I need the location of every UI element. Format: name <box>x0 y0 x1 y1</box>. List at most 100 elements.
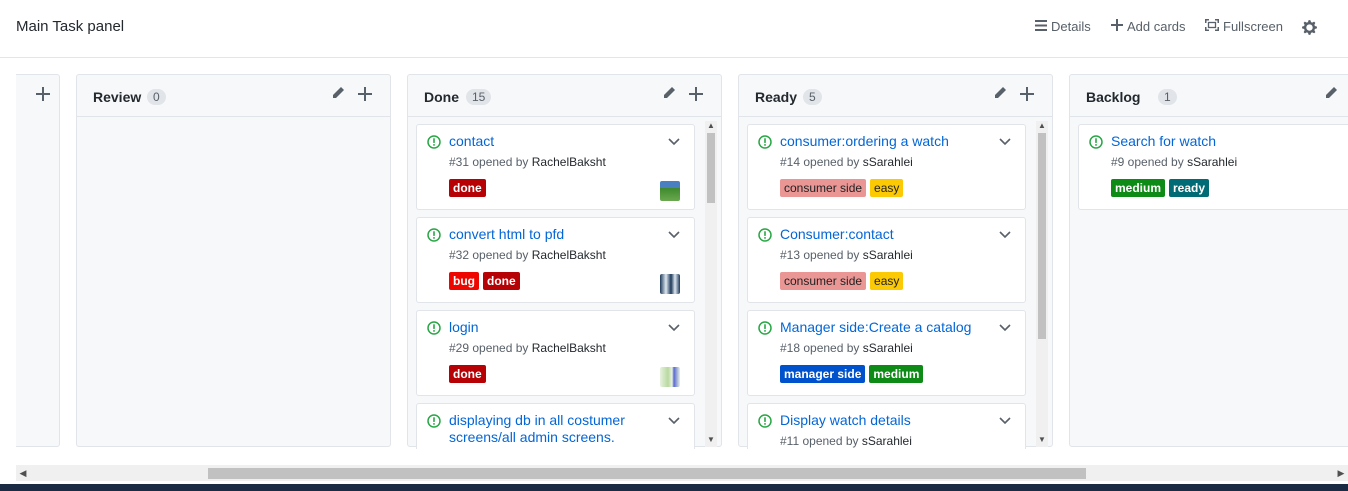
issue-card[interactable]: displaying db in all costumer screens/al… <box>416 403 695 449</box>
label-bug[interactable]: bug <box>449 272 479 290</box>
issue-author[interactable]: sSarahlei <box>862 434 912 448</box>
column-title: Ready <box>755 89 798 105</box>
issue-opened-icon <box>1089 135 1103 149</box>
issue-title[interactable]: contact <box>449 133 659 150</box>
add-cards-label: Add cards <box>1127 19 1186 34</box>
label-list: medium ready <box>1111 179 1210 197</box>
issue-title[interactable]: convert html to pfd <box>449 226 659 243</box>
scroll-left-arrow[interactable]: ◀ <box>16 465 30 481</box>
column-title: Review <box>93 89 142 105</box>
label-list: bug done <box>449 272 520 290</box>
column-title: Backlog <box>1086 89 1141 105</box>
label-done[interactable]: done <box>449 179 486 197</box>
issue-meta: #14 opened by sSarahlei <box>780 155 913 169</box>
issue-meta: #31 opened by RachelBaksht <box>449 155 606 169</box>
issue-title[interactable]: consumer:ordering a watch <box>780 133 990 150</box>
issue-card[interactable]: Manager side:Create a catalog #18 opened… <box>747 310 1026 396</box>
issue-card[interactable]: Display watch details #11 opened by sSar… <box>747 403 1026 449</box>
label-list: consumer side easy <box>780 179 904 197</box>
issue-title[interactable]: Display watch details <box>780 412 990 429</box>
plus-icon[interactable] <box>34 86 52 104</box>
vertical-scrollbar[interactable]: ▲ ▼ <box>1036 121 1048 447</box>
avatar[interactable] <box>660 367 680 387</box>
vertical-scrollbar[interactable]: ▲ ▼ <box>705 121 717 447</box>
scroll-thumb[interactable] <box>1038 133 1046 339</box>
issue-title[interactable]: Consumer:contact <box>780 226 990 243</box>
label-easy[interactable]: easy <box>870 272 904 290</box>
details-button[interactable]: Details <box>1035 19 1091 34</box>
plus-icon <box>1111 19 1123 34</box>
issue-author[interactable]: sSarahlei <box>863 341 913 355</box>
chevron-down-icon[interactable] <box>668 412 680 425</box>
issue-card[interactable]: convert html to pfd #32 opened by Rachel… <box>416 217 695 303</box>
label-done[interactable]: done <box>483 272 520 290</box>
scroll-down-arrow[interactable]: ▼ <box>1036 435 1048 445</box>
scroll-thumb[interactable] <box>208 468 1086 479</box>
issue-title[interactable]: Search for watch <box>1111 133 1321 150</box>
issue-author[interactable]: sSarahlei <box>863 248 913 262</box>
issue-author[interactable]: RachelBaksht <box>532 155 606 169</box>
issue-author[interactable]: RachelBaksht <box>532 248 606 262</box>
column-count-badge: 1 <box>1158 89 1177 105</box>
issue-author[interactable]: sSarahlei <box>1187 155 1237 169</box>
column-backlog: Backlog 1 Search for watch #9 opened by … <box>1069 74 1348 447</box>
issue-author[interactable]: RachelBaksht <box>532 341 606 355</box>
issue-meta: #18 opened by sSarahlei <box>780 341 913 355</box>
pencil-icon[interactable] <box>991 86 1009 104</box>
chevron-down-icon[interactable] <box>668 226 680 239</box>
scroll-right-arrow[interactable]: ▶ <box>1334 465 1348 481</box>
column-count-badge: 15 <box>466 89 492 105</box>
pencil-icon[interactable] <box>1322 86 1340 104</box>
scroll-down-arrow[interactable]: ▼ <box>705 435 717 445</box>
issue-title[interactable]: displaying db in all costumer screens/al… <box>449 412 659 446</box>
label-easy[interactable]: easy <box>870 179 904 197</box>
add-cards-button[interactable]: Add cards <box>1111 19 1186 34</box>
chevron-down-icon[interactable] <box>999 319 1011 332</box>
plus-icon[interactable] <box>687 86 705 104</box>
issue-card[interactable]: login #29 opened by RachelBaksht done <box>416 310 695 396</box>
fullscreen-button[interactable]: Fullscreen <box>1205 19 1283 34</box>
label-ready[interactable]: ready <box>1169 179 1210 197</box>
column-count-badge: 5 <box>803 89 822 105</box>
plus-icon[interactable] <box>356 86 374 104</box>
issue-card[interactable]: Search for watch #9 opened by sSarahlei … <box>1078 124 1348 210</box>
os-taskbar <box>0 484 1348 491</box>
label-medium[interactable]: medium <box>869 365 924 383</box>
pencil-icon[interactable] <box>660 86 678 104</box>
chevron-down-icon[interactable] <box>999 226 1011 239</box>
scroll-thumb[interactable] <box>707 133 715 203</box>
label-manager-side[interactable]: manager side <box>780 365 866 383</box>
horizontal-scrollbar[interactable]: ◀ ▶ <box>16 465 1348 481</box>
issue-title[interactable]: login <box>449 319 659 336</box>
issue-number: #13 opened by <box>780 248 860 262</box>
label-done[interactable]: done <box>449 365 486 383</box>
avatar[interactable] <box>660 181 680 201</box>
label-medium[interactable]: medium <box>1111 179 1166 197</box>
issue-opened-icon <box>758 414 772 428</box>
label-list: consumer side easy <box>780 272 904 290</box>
scroll-up-arrow[interactable]: ▲ <box>705 121 717 131</box>
top-bar: Main Task panel Details Add cards Fullsc… <box>0 0 1348 58</box>
column-done: Done 15 contact #31 opened by RachelBaks… <box>407 74 722 449</box>
issue-card[interactable]: consumer:ordering a watch #14 opened by … <box>747 124 1026 210</box>
chevron-down-icon[interactable] <box>668 319 680 332</box>
issue-card[interactable]: contact #31 opened by RachelBaksht done <box>416 124 695 210</box>
plus-icon[interactable] <box>1018 86 1036 104</box>
pencil-icon[interactable] <box>329 86 347 104</box>
chevron-down-icon[interactable] <box>999 133 1011 146</box>
column-header: Ready 5 <box>739 75 1052 117</box>
fullscreen-label: Fullscreen <box>1223 19 1283 34</box>
label-consumer-side[interactable]: consumer side <box>780 272 867 290</box>
scroll-up-arrow[interactable]: ▲ <box>1036 121 1048 131</box>
issue-author[interactable]: sSarahlei <box>863 155 913 169</box>
chevron-down-icon[interactable] <box>999 412 1011 425</box>
issue-title[interactable]: Manager side:Create a catalog <box>780 319 990 336</box>
column-header: Done 15 <box>408 75 721 117</box>
column-ready: Ready 5 consumer:ordering a watch #14 op… <box>738 74 1053 449</box>
avatar[interactable] <box>660 274 680 294</box>
issue-meta: #11 opened by sSarahlei <box>780 434 912 448</box>
issue-card[interactable]: Consumer:contact #13 opened by sSarahlei… <box>747 217 1026 303</box>
gear-icon[interactable] <box>1301 19 1318 41</box>
label-consumer-side[interactable]: consumer side <box>780 179 867 197</box>
chevron-down-icon[interactable] <box>668 133 680 146</box>
